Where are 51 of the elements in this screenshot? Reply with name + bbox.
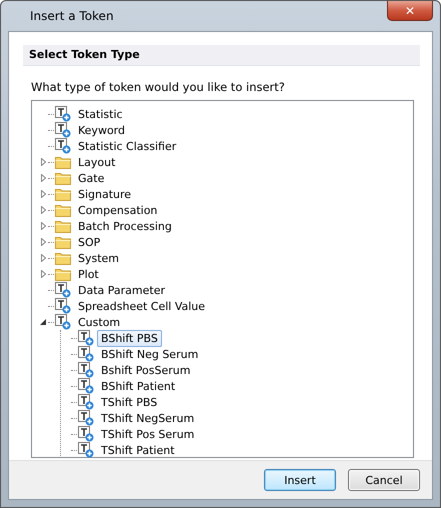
tree-item[interactable]: Batch Processing [74, 218, 176, 234]
tree-item[interactable]: Bshift PosSerum [97, 362, 194, 378]
folder-icon [55, 203, 71, 217]
folder-icon [55, 251, 71, 265]
tree-item[interactable]: TShift NegSerum [97, 410, 198, 426]
token-icon [78, 394, 94, 410]
token-icon [55, 106, 71, 122]
tree-item[interactable]: TShift PBS [97, 394, 162, 410]
window-title: Insert a Token [30, 9, 114, 23]
folder-icon [55, 219, 71, 233]
tree-item[interactable]: System [74, 250, 124, 266]
token-icon [55, 282, 71, 298]
token-icon [78, 426, 94, 442]
token-icon [78, 410, 94, 426]
token-icon [78, 442, 94, 458]
cancel-button[interactable]: Cancel [348, 469, 420, 491]
token-icon [78, 346, 94, 362]
token-icon [78, 378, 94, 394]
expanded-arrow-icon[interactable] [40, 319, 46, 325]
token-icon [78, 362, 94, 378]
tree-item[interactable]: TShift Pos Serum [97, 426, 198, 442]
tree-item[interactable]: Statistic [74, 106, 127, 122]
tree-item[interactable]: Spreadsheet Cell Value [74, 298, 210, 314]
tree-item[interactable]: Compensation [74, 202, 162, 218]
token-icon [55, 122, 71, 138]
token-icon [55, 314, 71, 330]
tree-item[interactable]: Statistic Classifier [74, 138, 180, 154]
folder-icon [55, 171, 71, 185]
token-icon [55, 138, 71, 154]
tree-item[interactable]: SOP [74, 234, 104, 250]
tree-item[interactable]: Signature [74, 186, 136, 202]
close-button[interactable]: ✕ [387, 1, 433, 21]
folder-icon [55, 267, 71, 281]
prompt-text: What type of token would you like to insert? [31, 80, 286, 94]
folder-icon [55, 187, 71, 201]
tree-item[interactable]: Custom [74, 314, 124, 330]
tree-item[interactable]: BShift PBS [97, 330, 162, 346]
token-icon [78, 330, 94, 346]
tree-item[interactable]: TShift Patient [97, 442, 179, 458]
insert-button[interactable]: Insert [264, 469, 336, 491]
tree-item[interactable]: BShift Patient [97, 378, 180, 394]
tree-item[interactable]: Layout [74, 154, 120, 170]
tree-item[interactable]: BShift Neg Serum [97, 346, 202, 362]
section-header: Select Token Type [23, 45, 420, 66]
tree-item[interactable]: Data Parameter [74, 282, 169, 298]
folder-icon [55, 235, 71, 249]
folder-icon [55, 155, 71, 169]
token-icon [55, 298, 71, 314]
tree-item[interactable]: Plot [74, 266, 103, 282]
tree-item[interactable]: Gate [74, 170, 108, 186]
tree-item[interactable]: Keyword [74, 122, 129, 138]
